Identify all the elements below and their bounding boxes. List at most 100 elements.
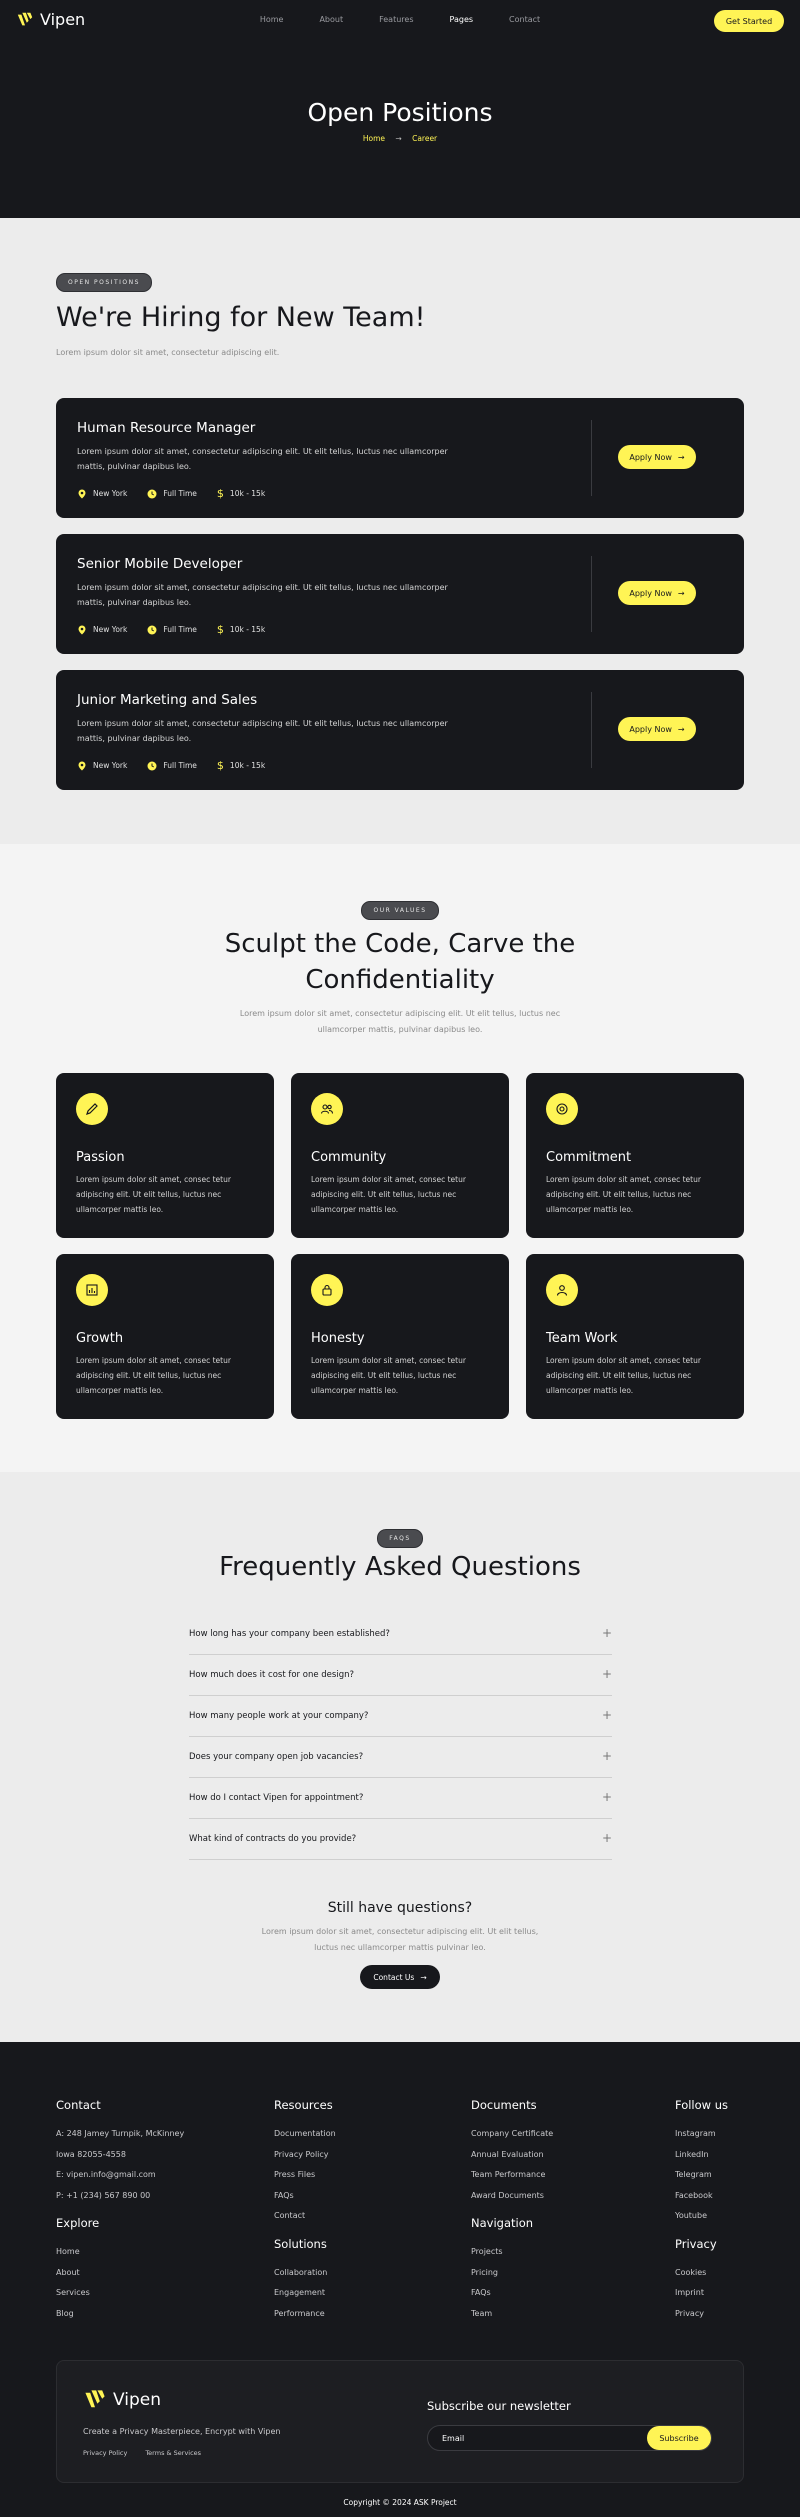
job-title: Senior Mobile Developer — [77, 556, 243, 572]
footer-link[interactable]: Performance — [274, 2304, 336, 2325]
footer-link[interactable]: Team Performance — [471, 2165, 553, 2186]
faq-item[interactable]: How many people work at your company? + — [189, 1696, 612, 1737]
footer-link[interactable]: LinkedIn — [675, 2145, 728, 2166]
divider — [591, 692, 592, 768]
get-started-button[interactable]: Get Started — [714, 10, 784, 32]
contact-phone[interactable]: P: +1 (234) 567 890 00 — [56, 2186, 184, 2207]
clock-icon — [147, 625, 157, 634]
faq-item[interactable]: How much does it cost for one design? + — [189, 1655, 612, 1696]
faq-item[interactable]: How long has your company been establish… — [189, 1614, 612, 1655]
nav-features[interactable]: Features — [379, 15, 413, 24]
arrow-right-icon: → — [677, 724, 685, 734]
faq-question: How many people work at your company? — [189, 1711, 369, 1721]
footer-link[interactable]: About — [56, 2263, 184, 2284]
footer-link[interactable]: Cookies — [675, 2263, 728, 2284]
footer-link[interactable]: Award Documents — [471, 2186, 553, 2207]
plus-icon[interactable]: + — [602, 1708, 612, 1722]
plus-icon[interactable]: + — [602, 1667, 612, 1681]
breadcrumb-current: Career — [412, 134, 438, 143]
plus-icon[interactable]: + — [602, 1790, 612, 1804]
plus-icon[interactable]: + — [602, 1831, 612, 1845]
privacy-policy-link[interactable]: Privacy Policy — [83, 2449, 127, 2457]
faq-question: Does your company open job vacancies? — [189, 1752, 364, 1762]
still-questions-title: Still have questions? — [327, 1900, 473, 1916]
footer-link[interactable]: FAQs — [274, 2186, 336, 2207]
card-description: Lorem ipsum dolor sit amet, consec tetur… — [76, 1356, 231, 1395]
breadcrumb-home[interactable]: Home — [363, 134, 385, 143]
value-card: Growth Lorem ipsum dolor sit amet, conse… — [56, 1254, 274, 1419]
terms-link[interactable]: Terms & Services — [145, 2449, 201, 2457]
footer-heading: Resources — [274, 2098, 333, 2112]
footer-link[interactable]: Privacy Policy — [274, 2145, 336, 2166]
contact-label: Contact Us — [373, 1972, 415, 1982]
footer-link[interactable]: Engagement — [274, 2283, 336, 2304]
footer-link[interactable]: Documentation — [274, 2124, 336, 2145]
footer-link[interactable]: Youtube — [675, 2206, 728, 2227]
footer-link[interactable]: Contact — [274, 2206, 336, 2227]
plus-icon[interactable]: + — [602, 1749, 612, 1763]
apply-now-button[interactable]: Apply Now → — [618, 717, 696, 741]
faq-item[interactable]: How do I contact Vipen for appointment? + — [189, 1778, 612, 1819]
subscribe-button[interactable]: Subscribe — [647, 2426, 711, 2450]
top-nav: Vipen Home About Features Pages Contact … — [0, 0, 800, 42]
contact-us-button[interactable]: Contact Us → — [360, 1965, 440, 1989]
faq-question: What kind of contracts do you provide? — [189, 1834, 357, 1844]
section-badge: FAQS — [377, 1529, 423, 1548]
dollar-icon: $ — [216, 759, 224, 772]
section-title: Frequently Asked Questions — [219, 1552, 581, 1582]
section-title: We're Hiring for New Team! — [56, 302, 426, 333]
badge-icon — [546, 1093, 578, 1125]
chart-icon — [76, 1274, 108, 1306]
footer-link[interactable]: Services — [56, 2283, 184, 2304]
contact-email[interactable]: E: vipen.info@gmail.com — [56, 2165, 184, 2186]
footer-logo[interactable]: Vipen — [83, 2388, 161, 2412]
faq-item[interactable]: Does your company open job vacancies? + — [189, 1737, 612, 1778]
newsletter-panel: Vipen Create a Privacy Masterpiece, Encr… — [56, 2360, 744, 2483]
job-location: New York — [93, 489, 128, 498]
footer-heading: Navigation — [471, 2216, 534, 2230]
job-salary: 10k - 15k — [229, 761, 266, 770]
user-icon — [546, 1274, 578, 1306]
footer-link[interactable]: Instagram — [675, 2124, 728, 2145]
job-type: Full Time — [163, 761, 197, 770]
card-title: Team Work — [546, 1331, 618, 1346]
job-meta: New York Full Time $10k - 15k — [77, 487, 265, 500]
section-badge: OPEN POSITIONS — [56, 273, 152, 292]
footer-link[interactable]: Projects — [471, 2242, 553, 2263]
footer-link[interactable]: Blog — [56, 2304, 184, 2325]
arrow-right-icon: → — [677, 452, 685, 462]
section-subtitle: Lorem ipsum dolor sit amet, consectetur … — [239, 1009, 561, 1034]
plus-icon[interactable]: + — [602, 1626, 612, 1640]
footer-link[interactable]: Company Certificate — [471, 2124, 553, 2145]
footer-link[interactable]: Imprint — [675, 2283, 728, 2304]
footer-link[interactable]: Annual Evaluation — [471, 2145, 553, 2166]
faq-item[interactable]: What kind of contracts do you provide? + — [189, 1819, 612, 1860]
footer-link[interactable]: Privacy — [675, 2304, 728, 2325]
nav-home[interactable]: Home — [260, 15, 284, 24]
title-line-2: Confidentiality — [305, 965, 495, 995]
value-card: Team Work Lorem ipsum dolor sit amet, co… — [526, 1254, 744, 1419]
nav-about[interactable]: About — [319, 15, 343, 24]
footer-follow: Follow us Instagram LinkedIn Telegram Fa… — [675, 2098, 728, 2324]
card-title: Passion — [76, 1150, 125, 1165]
apply-now-button[interactable]: Apply Now → — [618, 445, 696, 469]
card-description: Lorem ipsum dolor sit amet, consec tetur… — [546, 1356, 701, 1395]
footer-link[interactable]: Press Files — [274, 2165, 336, 2186]
footer-link[interactable]: Team — [471, 2304, 553, 2325]
nav-contact[interactable]: Contact — [509, 15, 540, 24]
arrow-right-icon: → — [395, 134, 402, 143]
value-card: Passion Lorem ipsum dolor sit amet, cons… — [56, 1073, 274, 1238]
divider — [591, 420, 592, 496]
nav-pages[interactable]: Pages — [450, 15, 474, 24]
footer-resources: Resources Documentation Privacy Policy P… — [274, 2098, 336, 2324]
card-title: Community — [311, 1150, 387, 1165]
apply-now-button[interactable]: Apply Now → — [618, 581, 696, 605]
footer-link[interactable]: Home — [56, 2242, 184, 2263]
footer-link[interactable]: FAQs — [471, 2283, 553, 2304]
footer-link[interactable]: Pricing — [471, 2263, 553, 2284]
footer-link[interactable]: Facebook — [675, 2186, 728, 2207]
footer-link[interactable]: Collaboration — [274, 2263, 336, 2284]
vipen-logo-icon — [85, 2390, 105, 2408]
footer-link[interactable]: Telegram — [675, 2165, 728, 2186]
clock-icon — [147, 489, 157, 498]
